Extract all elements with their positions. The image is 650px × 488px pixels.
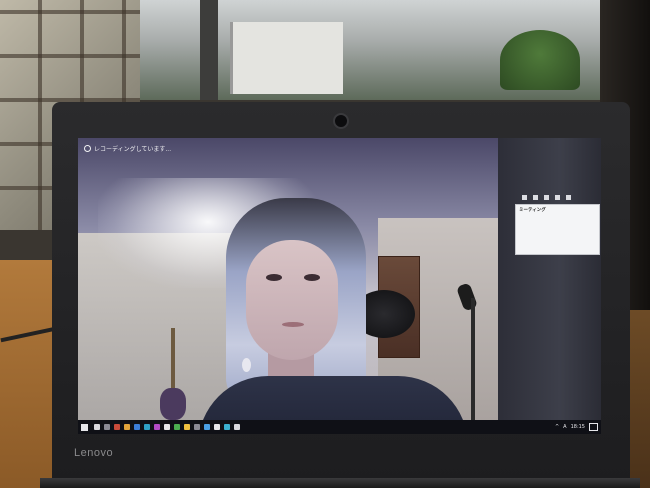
guitar-body <box>160 388 186 420</box>
guitar-neck <box>171 328 175 392</box>
task-view-icon[interactable] <box>104 424 110 430</box>
app-icon[interactable] <box>214 424 220 430</box>
participant-earring <box>242 358 251 372</box>
toolbar-icon[interactable] <box>566 195 571 200</box>
app-icon[interactable] <box>184 424 190 430</box>
toolbar-icon[interactable] <box>555 195 560 200</box>
chevron-up-icon[interactable]: ^ <box>555 424 559 430</box>
chat-panel-title: ミーティング <box>519 208 546 213</box>
system-tray: ^ A 18:15 <box>555 423 598 431</box>
app-icon[interactable] <box>204 424 210 430</box>
webcam-icon <box>333 113 349 129</box>
app-icon[interactable] <box>154 424 160 430</box>
recording-label: レコーディングしています... <box>94 145 172 153</box>
toolbar-icon[interactable] <box>522 195 527 200</box>
app-icon[interactable] <box>174 424 180 430</box>
participant-face <box>246 240 338 360</box>
app-icon[interactable] <box>114 424 120 430</box>
app-icon[interactable] <box>144 424 150 430</box>
toolbar-icon[interactable] <box>533 195 538 200</box>
app-icon[interactable] <box>234 424 240 430</box>
clock[interactable]: 18:15 <box>571 424 585 430</box>
toolbar-icon[interactable] <box>544 195 549 200</box>
recording-icon <box>84 144 91 152</box>
chat-toolbar <box>522 195 592 202</box>
background-tree <box>500 30 580 90</box>
laptop-base <box>40 478 640 488</box>
chat-panel[interactable]: ミーティング <box>515 204 600 255</box>
app-icon[interactable] <box>164 424 170 430</box>
app-icon[interactable] <box>224 424 230 430</box>
laptop-brand-logo: Lenovo <box>74 447 114 459</box>
dark-doorway <box>498 138 601 434</box>
participant-mouth <box>282 322 304 327</box>
laptop-screen: レコーディングしています... ミーティング ^ A 18:15 <box>78 138 601 434</box>
video-participant <box>198 198 468 434</box>
background-building <box>230 22 343 94</box>
app-icon[interactable] <box>134 424 140 430</box>
participant-eye-right <box>304 274 320 281</box>
search-icon[interactable] <box>94 424 100 430</box>
participant-eye-left <box>266 274 282 281</box>
notification-icon[interactable] <box>589 423 598 431</box>
windows-start-icon[interactable] <box>81 423 88 431</box>
window-frame <box>200 0 218 100</box>
mic-stand <box>471 298 475 428</box>
recording-indicator[interactable]: レコーディングしています... <box>84 142 171 154</box>
windows-taskbar: ^ A 18:15 <box>78 420 601 434</box>
folder-icon[interactable] <box>124 424 130 430</box>
app-icon[interactable] <box>194 424 200 430</box>
ime-indicator[interactable]: A <box>563 424 566 430</box>
